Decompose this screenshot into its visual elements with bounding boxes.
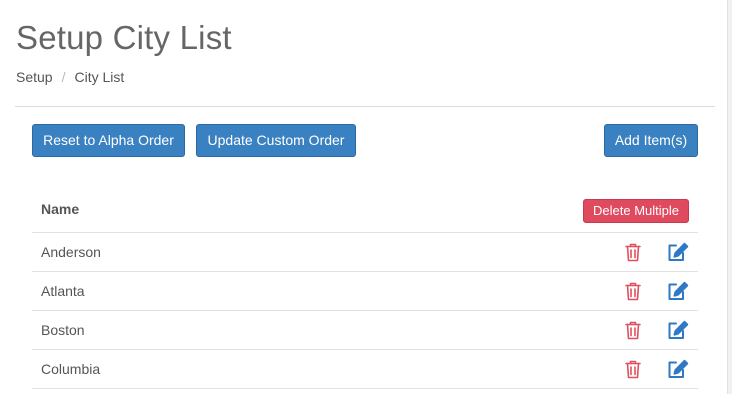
row-divider	[32, 349, 698, 350]
row-divider	[32, 310, 698, 311]
breadcrumb: Setup / City List	[16, 69, 124, 85]
trash-icon[interactable]	[624, 242, 644, 264]
breadcrumb-city-list: City List	[74, 69, 125, 85]
table-header-divider	[32, 232, 698, 233]
edit-icon[interactable]	[667, 320, 689, 342]
trash-icon[interactable]	[624, 359, 644, 381]
trash-icon[interactable]	[624, 281, 644, 303]
delete-multiple-button[interactable]: Delete Multiple	[583, 199, 689, 223]
breadcrumb-setup[interactable]: Setup	[16, 69, 53, 85]
scrollbar[interactable]	[727, 0, 732, 394]
page-title: Setup City List	[16, 19, 232, 56]
city-name: Anderson	[41, 244, 101, 260]
add-items-button[interactable]: Add Item(s)	[604, 124, 698, 157]
trash-icon[interactable]	[624, 320, 644, 342]
edit-icon[interactable]	[667, 281, 689, 303]
edit-icon[interactable]	[667, 359, 689, 381]
edit-icon[interactable]	[667, 242, 689, 264]
city-name: Columbia	[41, 361, 101, 377]
city-name: Atlanta	[41, 283, 85, 299]
header-divider	[15, 106, 715, 107]
row-divider	[32, 271, 698, 272]
update-custom-order-button[interactable]: Update Custom Order	[196, 124, 356, 157]
breadcrumb-separator: /	[61, 69, 66, 85]
city-name: Boston	[41, 322, 85, 338]
reset-alpha-order-button[interactable]: Reset to Alpha Order	[32, 124, 185, 157]
row-divider	[32, 388, 698, 389]
column-header-name: Name	[41, 201, 80, 217]
